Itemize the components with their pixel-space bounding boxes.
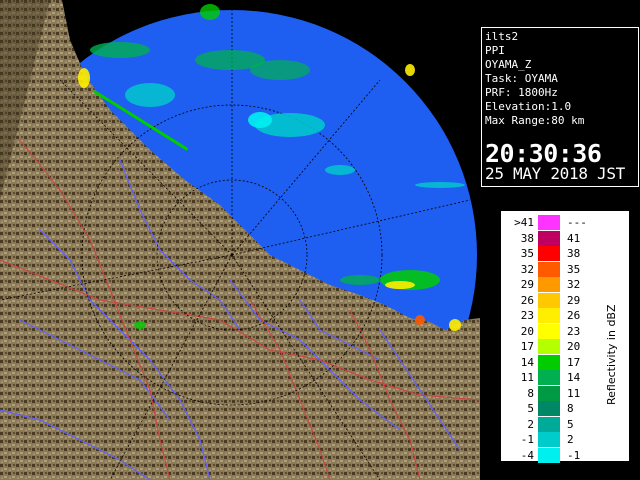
legend-low-value: 8 [527, 386, 534, 400]
radar-map[interactable] [0, 0, 480, 480]
legend-row: 38 41 [501, 230, 591, 246]
legend-row: -1 2 [501, 432, 591, 447]
legend-low-value: -4 [520, 448, 534, 462]
legend-high-value: 26 [567, 309, 581, 322]
legend-high-value: --- [567, 216, 587, 229]
info-product: OYAMA_Z [485, 58, 532, 71]
legend-row: 23 26 [501, 308, 591, 323]
info-panel: ilts2 PPI OYAMA_Z Task: OYAMA PRF: 1800H… [481, 27, 639, 187]
legend-color-swatch [538, 339, 560, 354]
legend-row: 11 14 [501, 370, 591, 385]
legend-color-swatch [538, 354, 560, 370]
legend-color-swatch [538, 401, 560, 416]
legend-low-value: 2 [527, 417, 534, 431]
legend-low-value: 38 [520, 231, 534, 245]
info-station: ilts2 [485, 30, 519, 43]
legend-row: >41 --- [501, 215, 591, 230]
legend-high-value: 38 [567, 247, 581, 260]
legend-row: 58 [501, 401, 591, 416]
legend-low-value: 23 [520, 309, 534, 322]
info-elevation: Elevation:1.0 [485, 100, 572, 113]
legend-high-value: 8 [567, 402, 574, 415]
legend-row: 17 20 [501, 339, 591, 354]
legend-low-value: 32 [520, 262, 534, 276]
legend-color-swatch [538, 277, 560, 292]
legend-row: 20 23 [501, 323, 591, 339]
legend-row: 35 38 [501, 246, 591, 261]
legend-low-value: 35 [520, 247, 534, 260]
legend-color-swatch [538, 447, 560, 463]
legend-title: Reflectivity in dBZ [605, 304, 618, 405]
legend-high-value: 35 [567, 262, 581, 276]
legend-color-swatch [538, 230, 560, 246]
legend-low-value: 20 [520, 324, 534, 338]
info-task: Task: OYAMA [485, 72, 558, 85]
legend-high-value: 5 [567, 417, 574, 431]
legend-low-value: 5 [527, 402, 534, 415]
legend-color-swatch [538, 370, 560, 385]
legend-color-swatch [538, 292, 560, 308]
legend-row: 25 [501, 416, 591, 432]
reflectivity-legend: >41 --- 38 41 35 38 32 35 29 32 26 29 23 26 20 23 17 20 14… [500, 210, 630, 463]
legend-color-swatch [538, 246, 560, 261]
legend-high-value: 14 [567, 371, 581, 384]
scan-date: 25 MAY 2018 JST [485, 164, 625, 183]
legend-color-swatch [538, 385, 560, 401]
legend-color-swatch [538, 261, 560, 277]
legend-row: 32 35 [501, 261, 591, 277]
legend-high-value: 23 [567, 324, 581, 338]
legend-color-swatch [538, 308, 560, 323]
legend-high-value: 20 [567, 340, 581, 353]
legend-row: 29 32 [501, 277, 591, 292]
legend-row: 26 29 [501, 292, 591, 308]
legend-low-value: >41 [514, 216, 534, 229]
info-prf: PRF: 1800Hz [485, 86, 558, 99]
legend-low-value: -1 [520, 433, 534, 446]
legend-low-value: 26 [520, 293, 534, 307]
legend-color-swatch [538, 432, 560, 447]
legend-row: 8 11 [501, 385, 591, 401]
legend-low-value: 17 [520, 340, 534, 353]
legend-low-value: 11 [520, 371, 534, 384]
legend-color-swatch [538, 215, 560, 230]
legend-high-value: 2 [567, 433, 574, 446]
info-scan-type: PPI [485, 44, 505, 57]
legend-high-value: 32 [567, 278, 581, 291]
legend-row: -4 -1 [501, 447, 591, 463]
legend-high-value: -1 [567, 448, 581, 462]
legend-high-value: 11 [567, 386, 581, 400]
legend-high-value: 29 [567, 293, 581, 307]
legend-high-value: 41 [567, 231, 581, 245]
legend-color-swatch [538, 323, 560, 339]
legend-low-value: 14 [520, 355, 534, 369]
legend-color-swatch [538, 416, 560, 432]
legend-row: 14 17 [501, 354, 591, 370]
legend-low-value: 29 [520, 278, 534, 291]
legend-high-value: 17 [567, 355, 581, 369]
info-max-range: Max Range:80 km [485, 114, 585, 127]
